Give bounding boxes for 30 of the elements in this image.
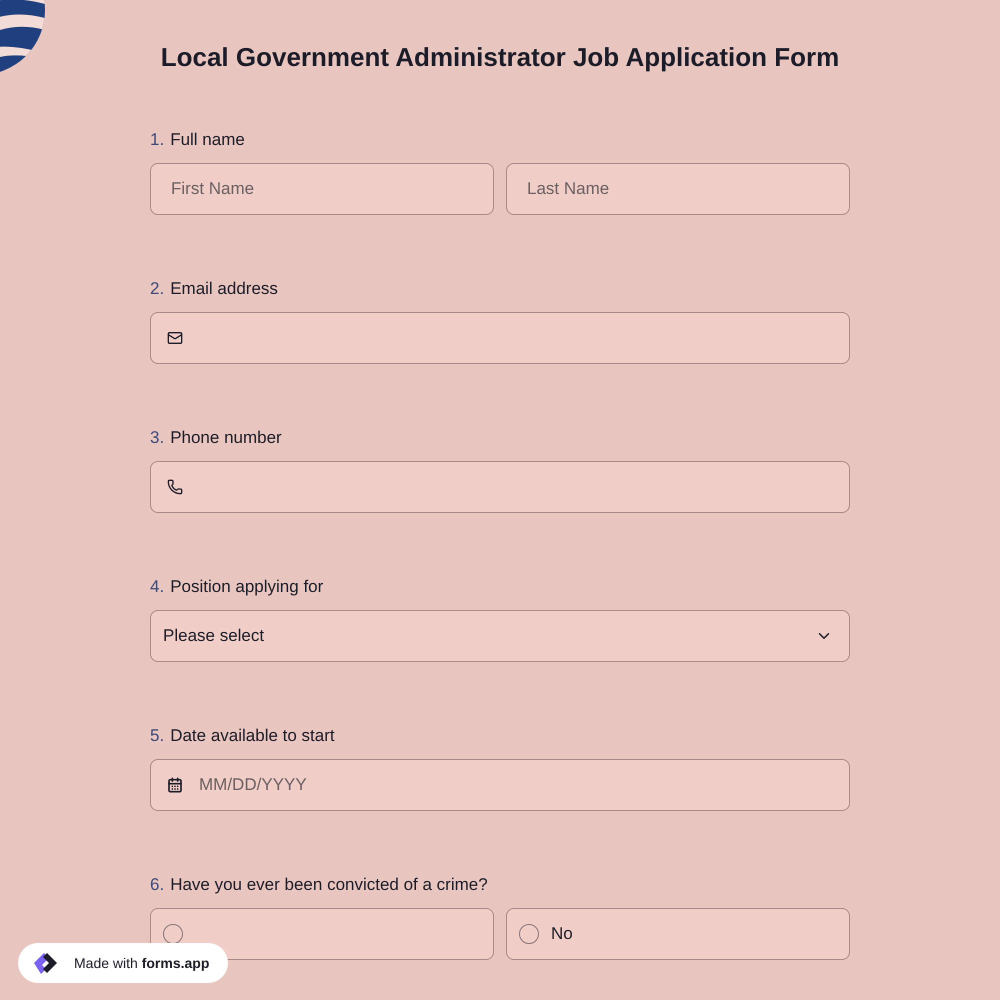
radio-option[interactable]: No [506, 908, 850, 960]
question-label: Position applying for [170, 577, 324, 597]
question-number: 6. [150, 875, 164, 895]
form-title: Local Government Administrator Job Application Form [160, 41, 840, 74]
phone-icon [167, 479, 183, 495]
date-placeholder: MM/DD/YYYY [199, 774, 307, 796]
email-field[interactable] [150, 312, 850, 364]
question-label: Phone number [170, 428, 282, 448]
calendar-icon [167, 777, 183, 793]
name-field[interactable]: Last Name [506, 163, 850, 215]
question-label: Full name [170, 130, 245, 150]
question-label: Have you ever been convicted of a crime? [170, 875, 488, 895]
mail-icon [167, 330, 183, 346]
position-dropdown[interactable]: Please select [150, 610, 850, 662]
made-with-badge[interactable]: Made with forms.app [18, 943, 228, 983]
phone-field[interactable] [150, 461, 850, 513]
dropdown-value: Please select [163, 625, 264, 648]
question-label: Date available to start [170, 726, 335, 746]
radio-button[interactable] [163, 924, 183, 944]
name-field[interactable]: First Name [150, 163, 494, 215]
question-number: 3. [150, 428, 164, 448]
question-number: 2. [150, 279, 164, 299]
option-label: No [551, 923, 573, 946]
question-label: Email address [170, 279, 278, 299]
badge-text: Made with forms.app [74, 954, 210, 973]
radio-button[interactable] [519, 924, 539, 944]
question-number: 4. [150, 577, 164, 597]
date-field[interactable]: MM/DD/YYYY [150, 759, 850, 811]
question-number: 1. [150, 130, 164, 150]
question-number: 5. [150, 726, 164, 746]
